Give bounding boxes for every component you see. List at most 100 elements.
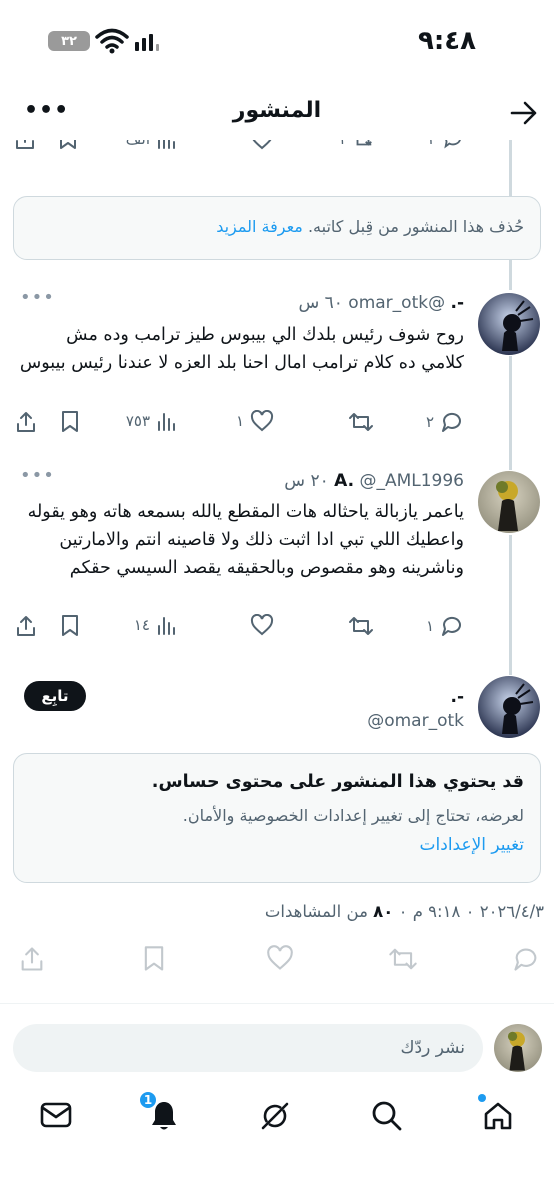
username[interactable]: @omar_otk bbox=[348, 293, 445, 313]
more-icon[interactable]: ••• bbox=[20, 287, 55, 308]
top-bar: ••• المنشور bbox=[0, 88, 554, 140]
retweet-button[interactable] bbox=[388, 945, 418, 973]
share-button[interactable] bbox=[14, 140, 36, 150]
learn-more-link[interactable]: معرفة المزيد bbox=[216, 217, 303, 236]
bar-chart-icon bbox=[158, 413, 175, 431]
heart-icon bbox=[267, 945, 293, 970]
nav-notifications[interactable]: 1 bbox=[138, 1090, 178, 1136]
tweet-actions: ٢ ١ ٧٥٣ bbox=[0, 410, 554, 440]
retweet-count: ١ bbox=[338, 140, 346, 148]
reply-icon bbox=[444, 140, 461, 149]
share-icon bbox=[21, 947, 43, 971]
bookmark-button[interactable] bbox=[58, 140, 78, 150]
reply-count: ٢ bbox=[425, 413, 434, 431]
reply-count: ٢ bbox=[428, 140, 436, 148]
reply-input[interactable]: نشر ردّك bbox=[13, 1024, 483, 1072]
heart-icon bbox=[252, 140, 272, 150]
reply-button[interactable]: ٢ bbox=[426, 410, 464, 434]
battery-icon: ٣٢ bbox=[48, 31, 90, 51]
reply-icon bbox=[442, 412, 461, 432]
bookmark-button[interactable] bbox=[60, 614, 80, 638]
envelope-icon bbox=[40, 1102, 72, 1128]
home-icon bbox=[484, 1102, 512, 1130]
share-button[interactable] bbox=[14, 614, 38, 638]
views-label: من المشاهدات bbox=[264, 902, 368, 921]
sensitive-text: لعرضه، تحتاج إلى تغيير إعدادات الخصوصية … bbox=[182, 806, 524, 825]
reply-icon bbox=[442, 616, 461, 636]
reply-button[interactable] bbox=[512, 945, 540, 973]
share-icon bbox=[17, 412, 35, 432]
tweet-header: A. @_AML1996 ٢٠ س ••• bbox=[20, 465, 464, 495]
display-name[interactable]: -. bbox=[450, 293, 464, 313]
retweet-icon bbox=[356, 140, 372, 146]
focused-tweet-actions bbox=[0, 945, 554, 977]
tweet-header: -. @omar_otk ٦٠ س ••• bbox=[20, 287, 464, 317]
like-button[interactable] bbox=[250, 140, 274, 150]
tweet-actions: ١ ١٤ bbox=[0, 614, 554, 644]
bar-chart-icon bbox=[158, 617, 175, 635]
back-arrow-icon[interactable] bbox=[510, 100, 538, 126]
divider bbox=[0, 1003, 554, 1004]
reply-tweet[interactable]: A. @_AML1996 ٢٠ س ••• ياعمر يازبالة ياحث… bbox=[0, 465, 554, 621]
like-button[interactable] bbox=[266, 945, 294, 971]
share-icon bbox=[16, 140, 34, 149]
reply-button[interactable]: ٢ bbox=[428, 140, 464, 150]
nav-search[interactable] bbox=[371, 1100, 403, 1136]
like-button[interactable] bbox=[250, 614, 274, 636]
deleted-post-notice: حُذف هذا المنشور من قِبل كاتبه. معرفة ال… bbox=[13, 196, 541, 260]
reply-icon bbox=[514, 948, 537, 971]
bookmark-icon bbox=[60, 140, 76, 149]
sensitive-title: قد يحتوي هذا المنشور على محتوى حساس. bbox=[151, 772, 524, 792]
deleted-text: حُذف هذا المنشور من قِبل كاتبه. bbox=[307, 217, 524, 236]
bookmark-icon bbox=[62, 411, 78, 432]
username[interactable]: @_AML1996 bbox=[359, 471, 464, 491]
nav-messages[interactable] bbox=[40, 1100, 72, 1134]
bookmark-button[interactable] bbox=[60, 410, 80, 434]
retweet-button[interactable] bbox=[348, 410, 374, 434]
clock: ٩:٤٨ bbox=[417, 26, 476, 56]
search-icon bbox=[372, 1101, 402, 1131]
retweet-button[interactable]: ١ bbox=[338, 140, 374, 150]
retweet-button[interactable] bbox=[348, 614, 374, 638]
follow-button[interactable]: تابِع bbox=[24, 681, 86, 711]
timestamp: ٢٠ س bbox=[284, 471, 329, 491]
nav-home[interactable] bbox=[478, 1094, 514, 1136]
views-count: الف bbox=[126, 140, 150, 148]
my-avatar[interactable] bbox=[494, 1024, 542, 1072]
views-button[interactable]: ١٤ bbox=[134, 614, 176, 636]
home-unread-dot bbox=[478, 1094, 486, 1102]
bookmark-icon bbox=[144, 946, 164, 971]
bar-chart-icon bbox=[158, 140, 175, 149]
sensitive-content-notice: قد يحتوي هذا المنشور على محتوى حساس. لعر… bbox=[13, 753, 541, 883]
battery-level: ٣٢ bbox=[61, 33, 77, 49]
views-button[interactable]: الف bbox=[126, 140, 176, 150]
grok-icon bbox=[261, 1102, 289, 1130]
heart-icon bbox=[250, 410, 274, 432]
bookmark-button[interactable] bbox=[142, 945, 166, 973]
avatar[interactable] bbox=[478, 293, 540, 355]
heart-icon bbox=[250, 614, 274, 636]
avatar[interactable] bbox=[478, 471, 540, 533]
change-settings-link[interactable]: تغيير الإعدادات bbox=[30, 835, 524, 855]
signal-icon bbox=[135, 34, 159, 51]
views-count: ١٤ bbox=[133, 616, 150, 634]
username[interactable]: @omar_otk bbox=[367, 711, 464, 731]
display-name[interactable]: -. bbox=[450, 687, 464, 707]
views-count: ٧٥٣ bbox=[125, 412, 150, 430]
bookmark-icon bbox=[62, 615, 78, 636]
share-button[interactable] bbox=[14, 410, 38, 434]
display-name[interactable]: A. bbox=[334, 471, 354, 491]
more-icon[interactable]: ••• bbox=[20, 465, 55, 486]
tweet-text: ياعمر يازبالة ياحثاله هات المقطع يالله ب… bbox=[27, 502, 464, 578]
share-icon bbox=[17, 616, 35, 636]
reply-placeholder: نشر ردّك bbox=[400, 1038, 465, 1058]
status-bar: ٣٢ ٩:٤٨ bbox=[0, 0, 554, 80]
focused-avatar[interactable] bbox=[478, 676, 540, 738]
like-button[interactable]: ١ bbox=[236, 410, 274, 432]
reply-button[interactable]: ١ bbox=[426, 614, 464, 638]
timestamp: ٦٠ س bbox=[298, 293, 343, 313]
thread-line bbox=[509, 260, 512, 290]
views-button[interactable]: ٧٥٣ bbox=[126, 410, 176, 432]
share-button[interactable] bbox=[18, 945, 46, 973]
nav-grok[interactable] bbox=[259, 1100, 291, 1136]
